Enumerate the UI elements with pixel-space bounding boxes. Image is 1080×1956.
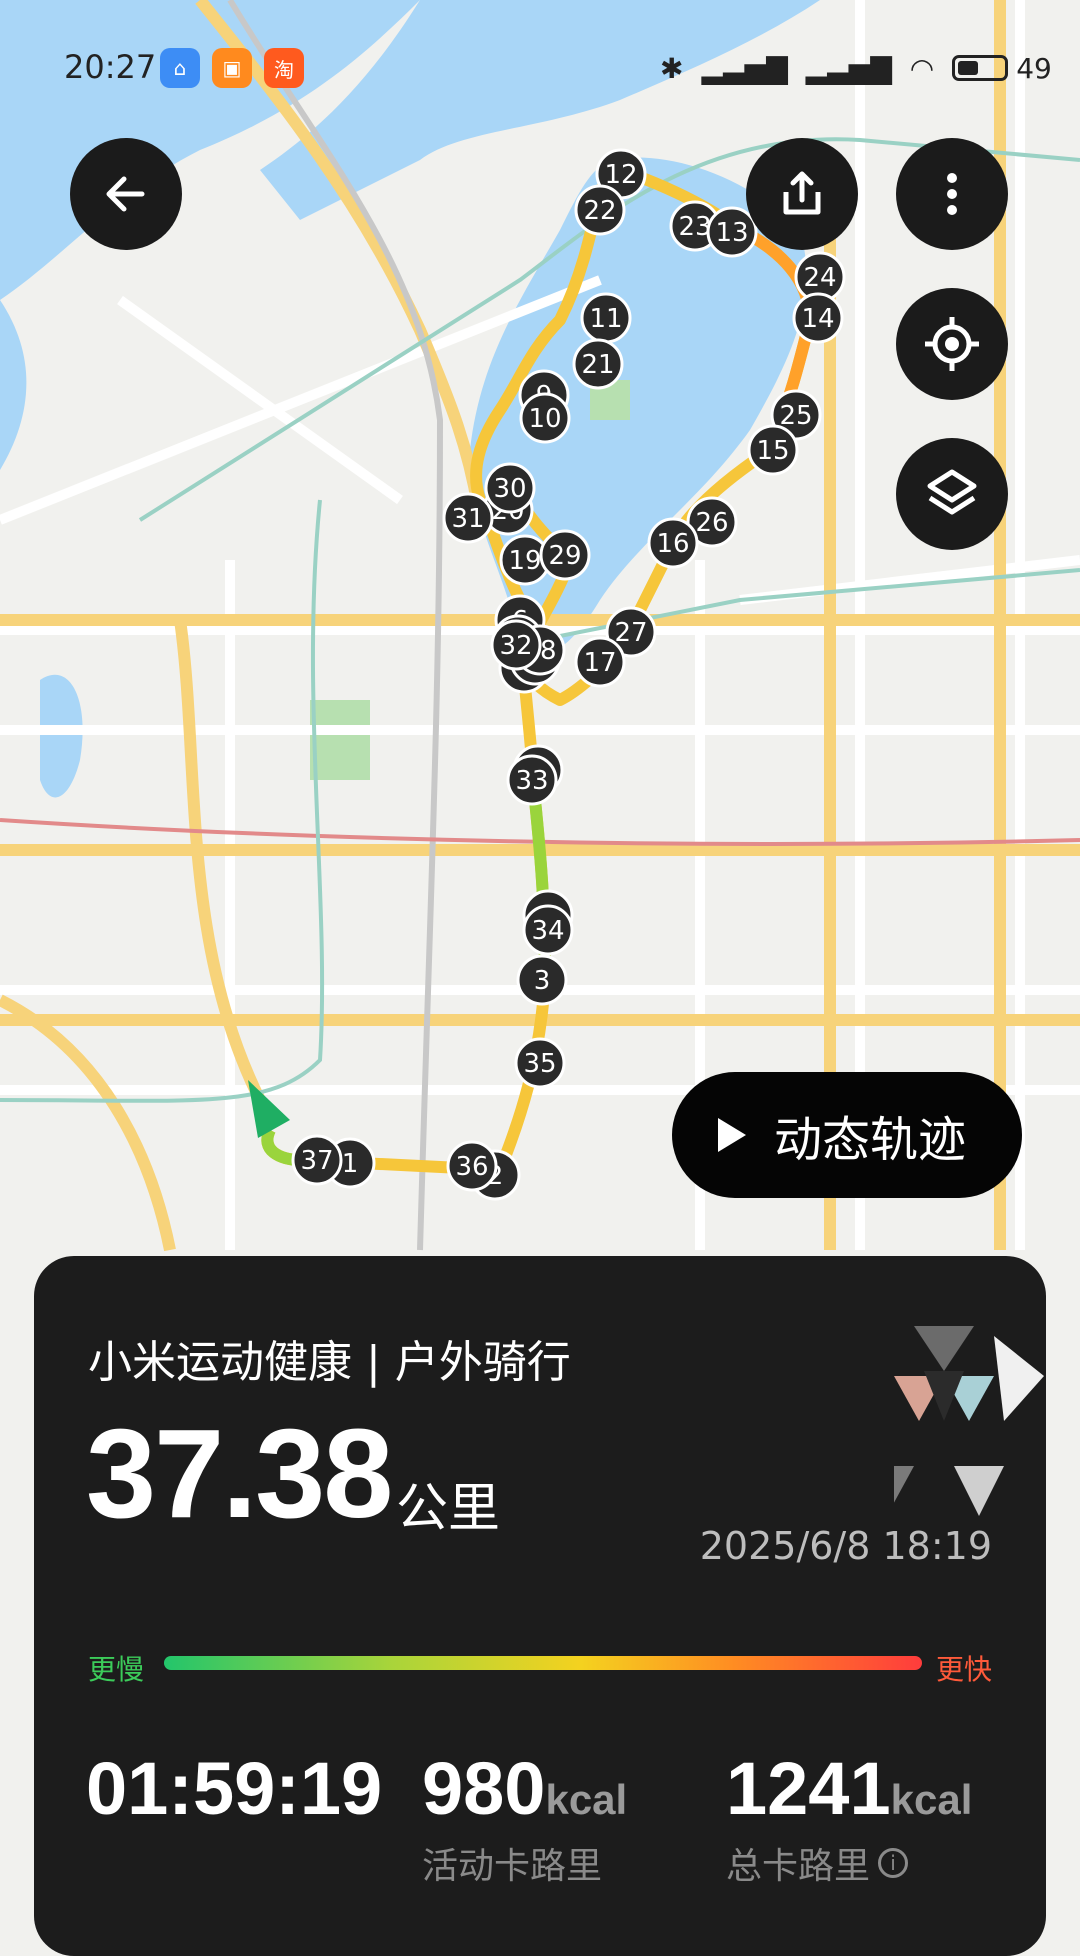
km-marker-35[interactable]: 35 bbox=[514, 1037, 566, 1089]
distance-unit: 公里 bbox=[396, 1479, 501, 1539]
km-marker-label: 19 bbox=[508, 546, 541, 576]
signal-icon-2: ▂▃▅▇ bbox=[805, 51, 892, 85]
locate-icon bbox=[925, 317, 979, 371]
km-marker-label: 16 bbox=[656, 529, 689, 559]
km-marker-label: 15 bbox=[756, 436, 789, 466]
stat-total-calories-value: 1241 bbox=[726, 1747, 891, 1830]
km-marker-33[interactable]: 33 bbox=[506, 754, 558, 806]
km-marker-label: 24 bbox=[803, 263, 836, 293]
distance-value: 37.38 bbox=[86, 1403, 393, 1544]
stat-total-calories-label: 总卡路里 bbox=[726, 1846, 871, 1887]
bluetooth-icon: ✱ bbox=[660, 51, 684, 85]
stat-active-calories: 980kcal 活动卡路里 bbox=[422, 1746, 627, 1889]
km-marker-21[interactable]: 21 bbox=[572, 338, 624, 390]
km-marker-label: 21 bbox=[581, 350, 614, 380]
activity-title: 小米运动健康 | 户外骑行 bbox=[88, 1337, 571, 1388]
layers-button[interactable] bbox=[896, 438, 1008, 550]
park bbox=[310, 700, 370, 780]
game-icon: ⌂ bbox=[160, 48, 200, 88]
km-marker-15[interactable]: 15 bbox=[747, 424, 799, 476]
back-button[interactable] bbox=[70, 138, 182, 250]
km-marker-36[interactable]: 36 bbox=[446, 1140, 498, 1192]
stat-duration: 01:59:19 bbox=[86, 1746, 382, 1837]
status-bar: 20:27 ⌂ ▣ 淘 ✱ ▂▃▅▇ ▂▃▅▇ ◠ 49 bbox=[0, 0, 1080, 110]
km-marker-label: 3 bbox=[534, 966, 551, 996]
km-marker-label: 11 bbox=[589, 304, 622, 334]
km-marker-label: 12 bbox=[604, 160, 637, 190]
km-marker-31[interactable]: 31 bbox=[442, 492, 494, 544]
system-indicators: ✱ ▂▃▅▇ ▂▃▅▇ ◠ 49 bbox=[660, 48, 1052, 88]
wifi-icon: ◠ bbox=[909, 51, 935, 85]
play-icon bbox=[718, 1118, 746, 1152]
km-marker-label: 27 bbox=[614, 618, 647, 648]
locate-button[interactable] bbox=[896, 288, 1008, 400]
share-icon bbox=[783, 171, 821, 215]
play-track-button[interactable]: 动态轨迹 bbox=[672, 1072, 1022, 1198]
km-marker-17[interactable]: 17 bbox=[574, 636, 626, 688]
km-marker-30[interactable]: 30 bbox=[484, 462, 536, 514]
stat-active-calories-label: 活动卡路里 bbox=[422, 1846, 603, 1887]
km-marker-label: 34 bbox=[531, 916, 564, 946]
taobao-icon: 淘 bbox=[264, 48, 304, 88]
info-icon[interactable]: i bbox=[878, 1848, 909, 1878]
km-marker-label: 23 bbox=[678, 212, 711, 242]
km-marker-label: 37 bbox=[300, 1146, 333, 1176]
km-marker-label: 10 bbox=[528, 404, 561, 434]
km-marker-label: 22 bbox=[583, 196, 616, 226]
stat-active-calories-unit: kcal bbox=[545, 1776, 628, 1823]
stat-active-calories-value: 980 bbox=[422, 1747, 546, 1830]
battery-percent: 49 bbox=[1016, 51, 1052, 85]
arrow-left-icon bbox=[106, 176, 145, 212]
speed-slow-label: 更慢 bbox=[88, 1653, 145, 1686]
km-marker-label: 36 bbox=[455, 1152, 488, 1182]
km-marker-label: 32 bbox=[499, 631, 532, 661]
share-button[interactable] bbox=[746, 138, 858, 250]
km-marker-label: 25 bbox=[779, 401, 812, 431]
km-marker-32[interactable]: 32 bbox=[490, 619, 542, 671]
summary-card: 小米运动健康 | 户外骑行 37.38 公里 2025/6/8 18:19 更慢… bbox=[34, 1256, 1046, 1956]
status-time: 20:27 bbox=[64, 48, 157, 86]
battery-icon bbox=[952, 55, 1009, 81]
km-marker-label: 17 bbox=[583, 648, 616, 678]
stat-total-calories-unit: kcal bbox=[890, 1776, 973, 1823]
km-marker-label: 29 bbox=[548, 541, 581, 571]
shop-icon: ▣ bbox=[212, 48, 252, 88]
km-marker-label: 1 bbox=[342, 1149, 359, 1179]
layers-icon bbox=[927, 469, 977, 515]
brand-logo-icon bbox=[894, 1326, 1044, 1516]
km-marker-label: 13 bbox=[715, 218, 748, 248]
speed-gradient-bar bbox=[164, 1656, 922, 1670]
km-marker-34[interactable]: 34 bbox=[522, 904, 574, 956]
more-button[interactable] bbox=[896, 138, 1008, 250]
km-marker-label: 30 bbox=[493, 474, 526, 504]
km-marker-11[interactable]: 11 bbox=[580, 292, 632, 344]
more-vertical-icon bbox=[947, 173, 957, 215]
km-marker-label: 33 bbox=[515, 766, 548, 796]
km-marker-3[interactable]: 3 bbox=[516, 954, 568, 1006]
km-marker-10[interactable]: 10 bbox=[519, 392, 571, 444]
km-marker-label: 26 bbox=[695, 508, 728, 538]
stat-duration-value: 01:59:19 bbox=[86, 1747, 383, 1830]
km-marker-14[interactable]: 14 bbox=[792, 292, 844, 344]
km-marker-label: 14 bbox=[801, 304, 834, 334]
km-marker-label: 31 bbox=[451, 504, 484, 534]
km-marker-label: 35 bbox=[523, 1049, 556, 1079]
km-marker-29[interactable]: 29 bbox=[539, 529, 591, 581]
stat-total-calories: 1241kcal 总卡路里 i bbox=[726, 1746, 972, 1889]
km-marker-22[interactable]: 22 bbox=[574, 184, 626, 236]
play-track-label: 动态轨迹 bbox=[774, 1112, 967, 1168]
activity-date: 2025/6/8 18:19 bbox=[699, 1524, 992, 1568]
km-marker-37[interactable]: 37 bbox=[291, 1134, 343, 1186]
signal-icon-1: ▂▃▅▇ bbox=[701, 51, 788, 85]
km-marker-13[interactable]: 13 bbox=[706, 206, 758, 258]
speed-fast-label: 更快 bbox=[935, 1653, 992, 1686]
km-marker-16[interactable]: 16 bbox=[647, 517, 699, 569]
